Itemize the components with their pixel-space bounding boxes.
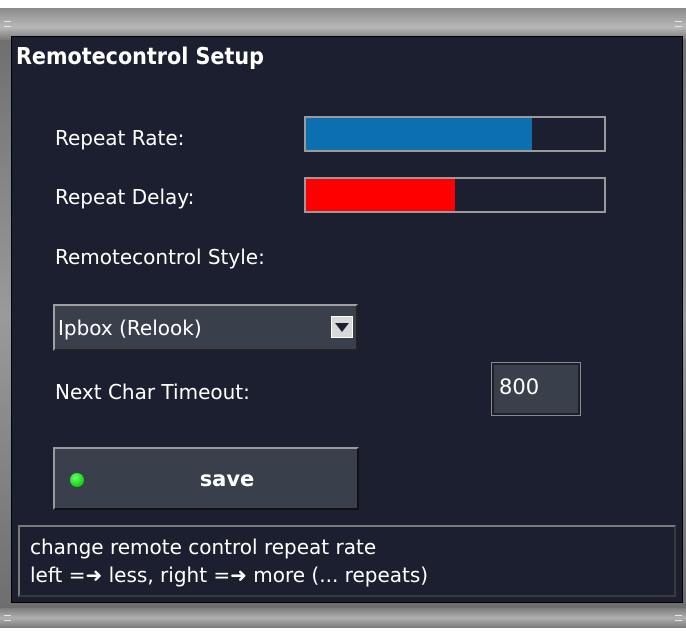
repeat-rate-slider[interactable] [304,116,606,152]
save-button-label: save [199,467,255,491]
save-button[interactable]: save [53,447,359,510]
grip-bottom-right-icon [675,615,682,621]
repeat-delay-label: Repeat Delay: [55,185,195,209]
next-char-timeout-label: Next Char Timeout: [55,380,250,404]
repeat-rate-label: Repeat Rate: [55,126,185,150]
repeat-delay-fill [306,179,455,211]
repeat-delay-slider[interactable] [304,177,606,213]
next-char-timeout-field[interactable]: 800 [491,362,581,416]
remotecontrol-style-label: Remotecontrol Style: [55,245,265,269]
page-title: Remotecontrol Setup [16,44,264,70]
chevron-down-icon[interactable] [331,316,353,338]
grip-right-icon [675,21,682,27]
next-char-timeout-value: 800 [499,375,540,399]
grip-left-icon [4,21,11,27]
help-line-1: change remote control repeat rate [30,535,377,559]
help-text-box: change remote control repeat rate left =… [18,525,676,597]
help-line-2: left =➜ less, right =➜ more (... repeats… [30,563,429,587]
repeat-rate-fill [306,118,533,150]
remotecontrol-style-select[interactable]: Ipbox (Relook) [53,304,358,351]
grip-bottom-left-icon [4,615,11,621]
remotecontrol-style-value: Ipbox (Relook) [58,316,202,340]
window-footer [0,608,686,628]
